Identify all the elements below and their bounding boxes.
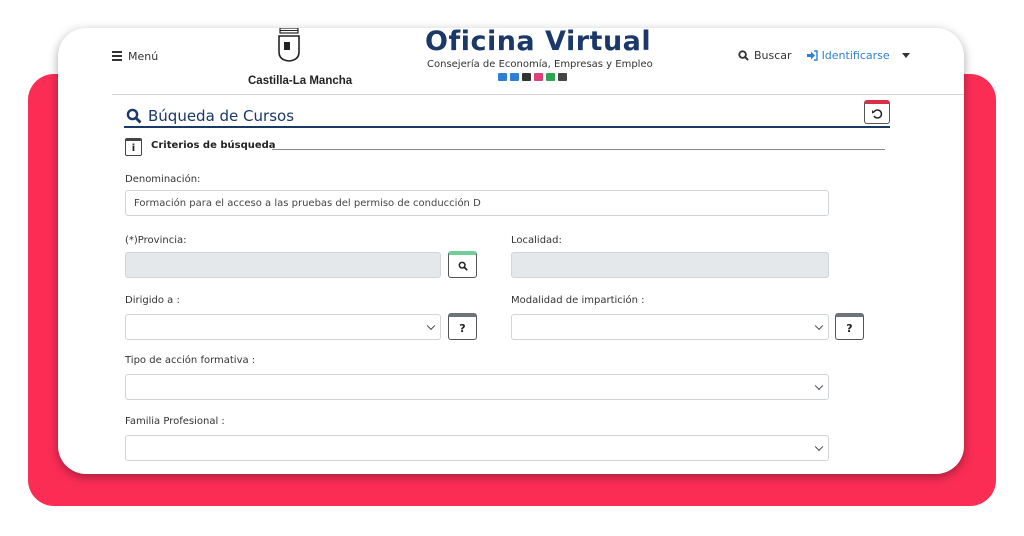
section-divider: [272, 149, 885, 150]
tipo-accion-select[interactable]: [125, 374, 829, 400]
portal-icons: [498, 73, 567, 81]
chevron-down-icon: [426, 321, 436, 331]
header-divider: [112, 94, 964, 95]
chevron-down-icon: [814, 442, 824, 452]
megaphone-icon: [510, 73, 519, 81]
undo-icon: [872, 108, 883, 119]
portal-title: Oficina Virtual: [425, 28, 652, 57]
dirigido-label: Dirigido a :: [125, 295, 180, 306]
denominacion-label: Denominación:: [125, 174, 201, 185]
search-link[interactable]: Buscar: [738, 49, 792, 62]
hamburger-icon: [112, 49, 122, 63]
dropdown-caret-icon[interactable]: [901, 53, 910, 58]
login-label: Identificarse: [821, 49, 890, 62]
castilla-la-mancha-crest-icon: [278, 28, 300, 62]
localidad-input[interactable]: [511, 252, 829, 278]
info-icon: i: [125, 138, 142, 156]
brand-name: Castilla-La Mancha: [248, 75, 353, 87]
familia-select[interactable]: [125, 435, 829, 461]
menu-button[interactable]: Menú: [112, 49, 158, 63]
familia-label: Familia Profesional :: [125, 416, 225, 427]
provincia-search-button[interactable]: [448, 251, 477, 278]
search-icon: [126, 108, 142, 124]
person-icon: [522, 73, 531, 81]
calendar-icon: [534, 73, 543, 81]
search-icon: [458, 261, 468, 271]
dirigido-select[interactable]: [125, 314, 441, 340]
tipo-accion-label: Tipo de acción formativa :: [125, 355, 256, 366]
chevron-down-icon: [814, 321, 824, 331]
search-icon: [738, 50, 749, 61]
portal-subtitle: Consejería de Economía, Empresas y Emple…: [427, 59, 653, 70]
modalidad-help-button[interactable]: ?: [835, 313, 864, 340]
sign-in-icon: [806, 50, 818, 61]
menu-label: Menú: [128, 49, 159, 63]
page-title: Búqueda de Cursos: [126, 107, 294, 125]
modalidad-select[interactable]: [511, 314, 829, 340]
reset-button[interactable]: [864, 100, 890, 124]
header-actions: Buscar Identificarse: [738, 49, 910, 62]
section-title: Criterios de búsqueda: [151, 140, 276, 151]
search-label: Buscar: [754, 49, 792, 62]
chevron-down-icon: [814, 381, 824, 391]
title-underline: [124, 126, 890, 128]
modalidad-label: Modalidad de impartición :: [511, 295, 645, 306]
denominacion-input[interactable]: Formación para el acceso a las pruebas d…: [125, 190, 829, 216]
login-link[interactable]: Identificarse: [806, 49, 890, 62]
app-window: Menú Castilla-La Mancha Oficina Virtual …: [58, 28, 964, 474]
denominacion-value: Formación para el acceso a las pruebas d…: [134, 197, 481, 209]
page-title-text: Búqueda de Cursos: [148, 107, 295, 125]
localidad-label: Localidad:: [511, 235, 562, 246]
provincia-label: (*)Provincia:: [125, 235, 187, 246]
gears-icon: [558, 73, 567, 81]
clipboard-icon: [546, 73, 555, 81]
dirigido-help-button[interactable]: ?: [448, 313, 477, 340]
provincia-input[interactable]: [125, 252, 441, 278]
id-card-icon: [498, 73, 507, 81]
